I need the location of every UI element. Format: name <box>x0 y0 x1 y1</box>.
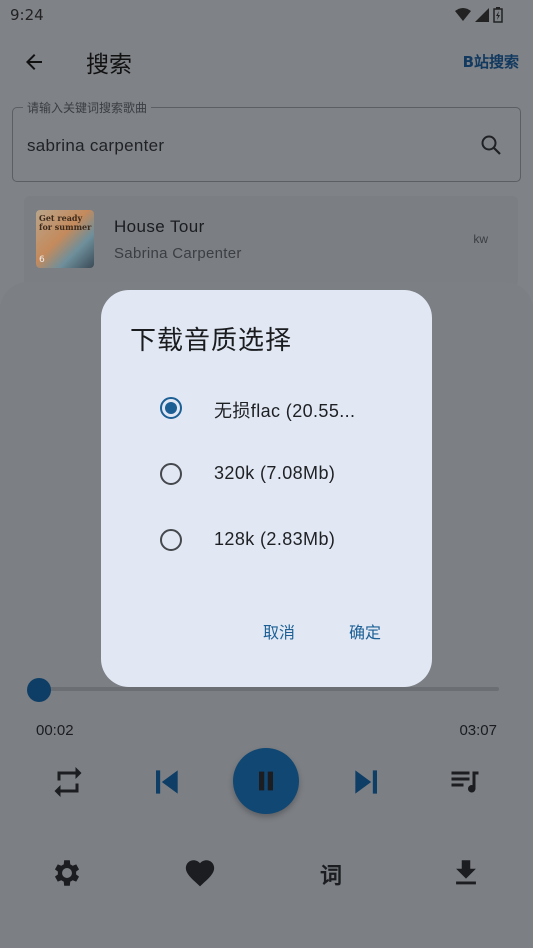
page-title: 搜索 <box>86 52 132 78</box>
next-icon[interactable] <box>346 762 388 802</box>
option-label: 无损flac (20.55... <box>214 401 356 421</box>
option-label: 128k (2.83Mb) <box>214 529 336 549</box>
option-320k[interactable]: 320k (7.08Mb) <box>101 446 432 502</box>
download-icon[interactable] <box>449 856 483 890</box>
pause-icon <box>259 771 273 791</box>
total-time: 03:07 <box>459 722 497 739</box>
repeat-icon[interactable] <box>50 764 86 800</box>
heart-icon[interactable] <box>182 856 218 890</box>
album-cover: Get ready for summer 6 <box>36 210 94 268</box>
progress-thumb[interactable] <box>27 678 51 702</box>
option-flac[interactable]: 无损flac (20.55... <box>101 380 432 436</box>
system-icons <box>455 7 503 23</box>
wifi-icon <box>455 8 471 21</box>
status-bar: 9:24 <box>0 0 533 30</box>
app-bar: 搜索 B站搜索 <box>0 30 533 94</box>
current-time: 00:02 <box>36 722 74 739</box>
cancel-button[interactable]: 取消 <box>263 619 295 643</box>
cover-text: Get ready for summer <box>39 213 92 232</box>
dialog-title: 下载音质选择 <box>130 326 293 356</box>
quality-dialog: 下载音质选择 无损flac (20.55... 320k (7.08Mb) 12… <box>101 290 432 687</box>
cover-badge: 6 <box>39 255 45 265</box>
option-128k[interactable]: 128k (2.83Mb) <box>101 512 432 568</box>
option-label: 320k (7.08Mb) <box>214 463 336 483</box>
song-title: House Tour <box>114 217 205 236</box>
status-time: 9:24 <box>10 6 44 24</box>
radio-unselected-icon[interactable] <box>160 463 182 485</box>
radio-unselected-icon[interactable] <box>160 529 182 551</box>
confirm-button[interactable]: 确定 <box>349 619 381 643</box>
radio-selected-icon[interactable] <box>160 397 182 419</box>
progress-track[interactable] <box>38 687 499 691</box>
list-item[interactable]: Get ready for summer 6 House Tour Sabrin… <box>24 196 518 286</box>
search-label: 请输入关键词搜索歌曲 <box>23 99 152 116</box>
lyrics-button[interactable]: 词 <box>320 858 342 890</box>
previous-icon[interactable] <box>145 762 187 802</box>
pause-button[interactable] <box>233 748 299 814</box>
playlist-icon[interactable] <box>447 764 483 800</box>
source-badge: kw <box>473 232 488 246</box>
search-input[interactable]: 请输入关键词搜索歌曲 sabrina carpenter <box>12 99 521 182</box>
search-icon[interactable] <box>479 133 503 157</box>
back-arrow-icon[interactable] <box>22 50 46 74</box>
battery-icon <box>493 7 503 23</box>
search-value[interactable]: sabrina carpenter <box>27 136 164 156</box>
bili-search-button[interactable]: B站搜索 <box>463 51 519 72</box>
settings-gear-icon[interactable] <box>50 856 84 890</box>
song-artist: Sabrina Carpenter <box>114 245 242 262</box>
signal-icon <box>475 8 489 22</box>
